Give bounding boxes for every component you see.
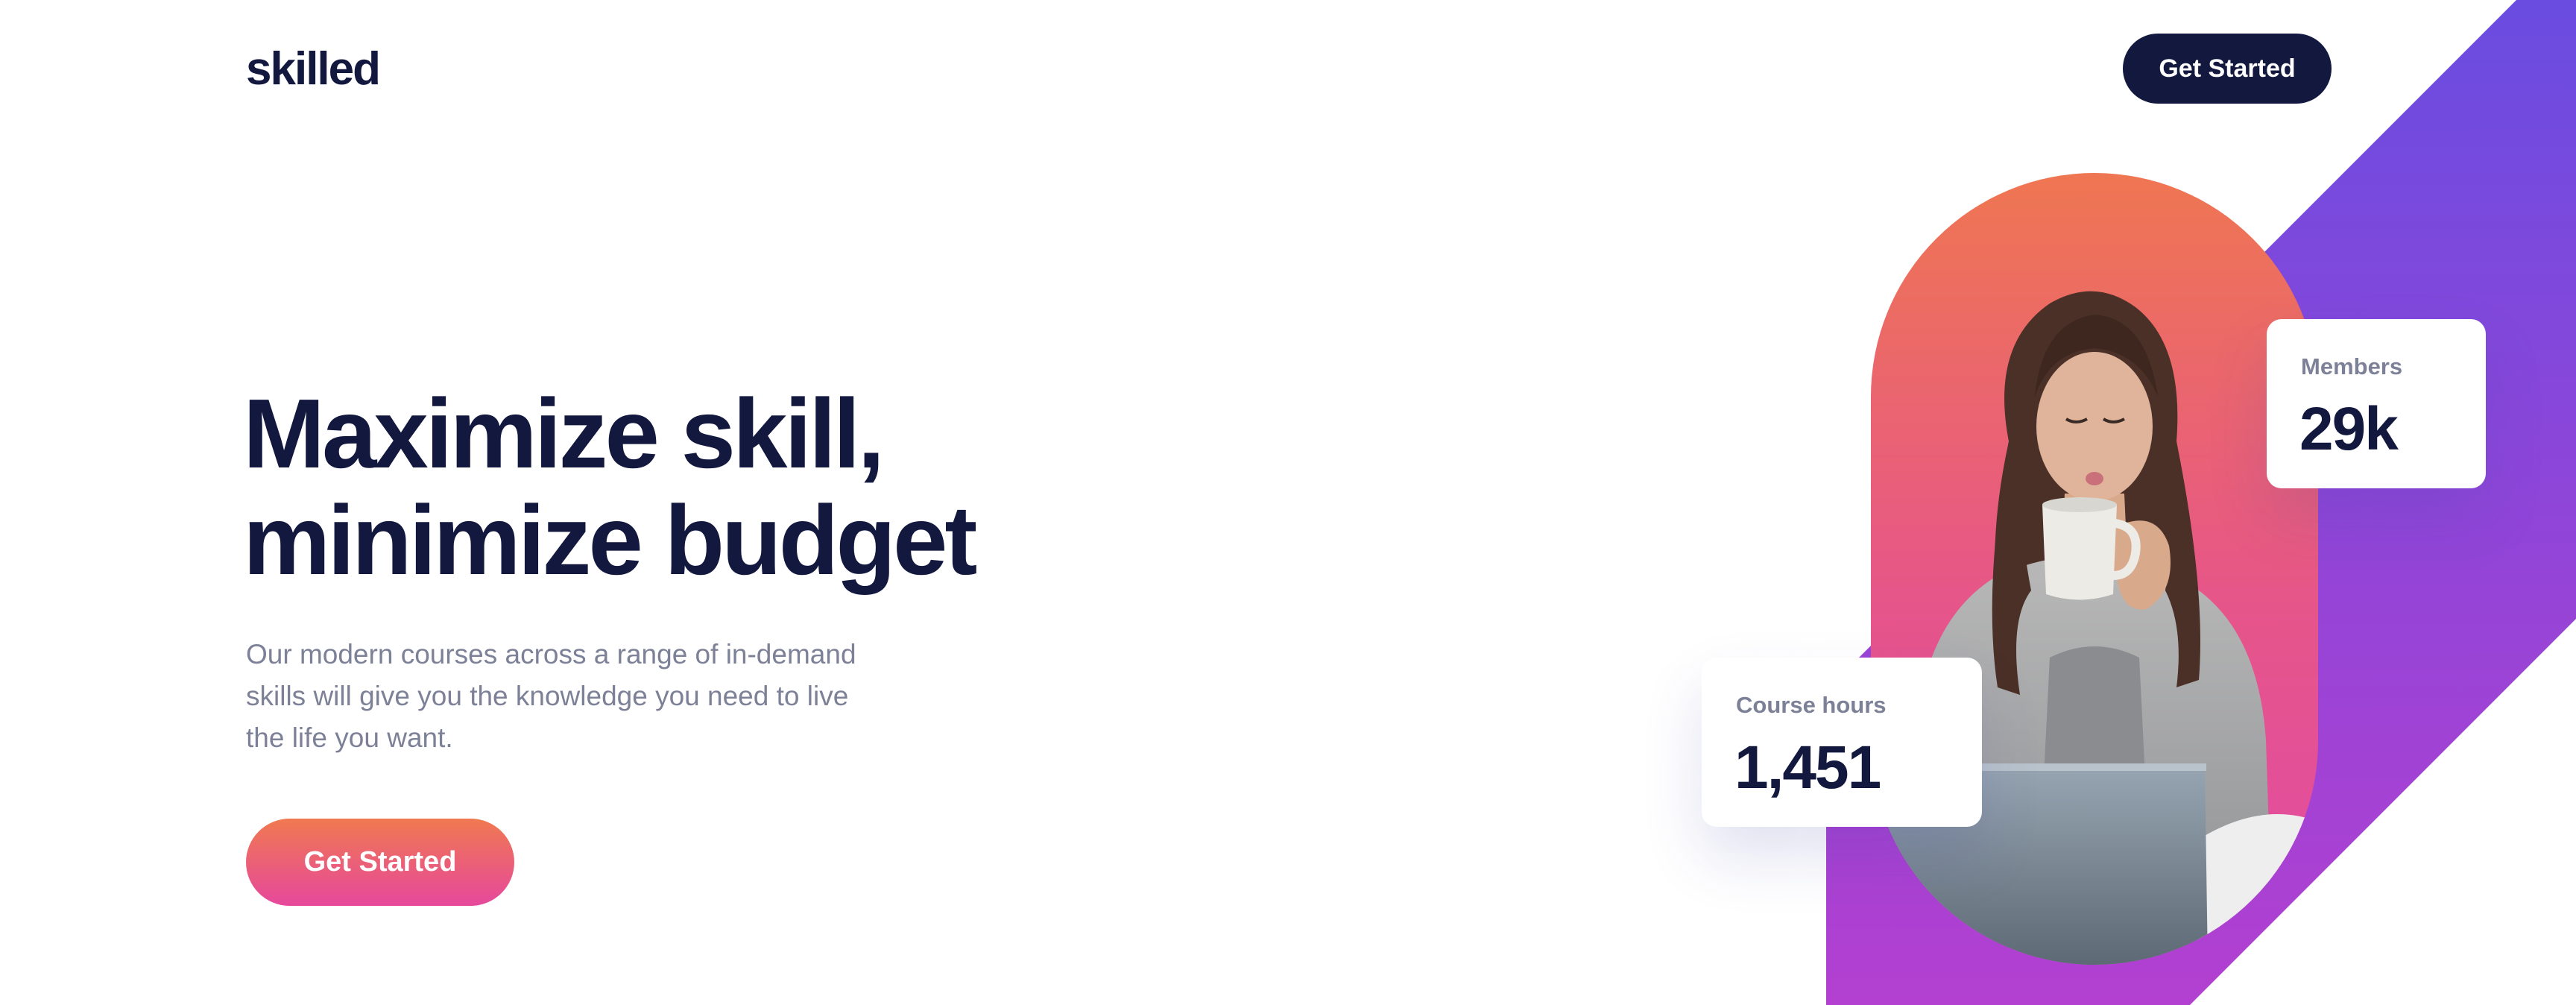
members-label: Members xyxy=(2301,353,2403,379)
course-hours-label: Course hours xyxy=(1736,692,1887,718)
hero-description-line-2: skills will give you the knowledge you n… xyxy=(246,681,849,711)
hero-description-line-1: Our modern courses across a range of in-… xyxy=(246,639,856,670)
members-stat-card: Members 29k xyxy=(2267,319,2486,488)
course-hours-stat-card: Course hours 1,451 xyxy=(1702,658,1982,827)
hero-photo xyxy=(1871,173,2318,965)
header-get-started-button[interactable]: Get Started xyxy=(2123,34,2332,104)
course-hours-value: 1,451 xyxy=(1734,734,1881,801)
hero-headline-line-2: minimize budget xyxy=(243,485,977,595)
hero-headline: Maximize skill, minimize budget xyxy=(243,380,1212,593)
woman-with-coffee-illustration xyxy=(1871,291,2318,965)
landing-page: skilled Get Started Maximize skill, mini… xyxy=(0,0,2576,1005)
hero-get-started-button[interactable]: Get Started xyxy=(246,819,514,906)
members-value: 29k xyxy=(2299,395,2399,463)
hero-headline-line-1: Maximize skill, xyxy=(243,379,885,488)
hero-description-line-3: the life you want. xyxy=(246,722,453,753)
brand-logo[interactable]: skilled xyxy=(246,41,381,98)
hero-description: Our modern courses across a range of in-… xyxy=(246,634,917,759)
